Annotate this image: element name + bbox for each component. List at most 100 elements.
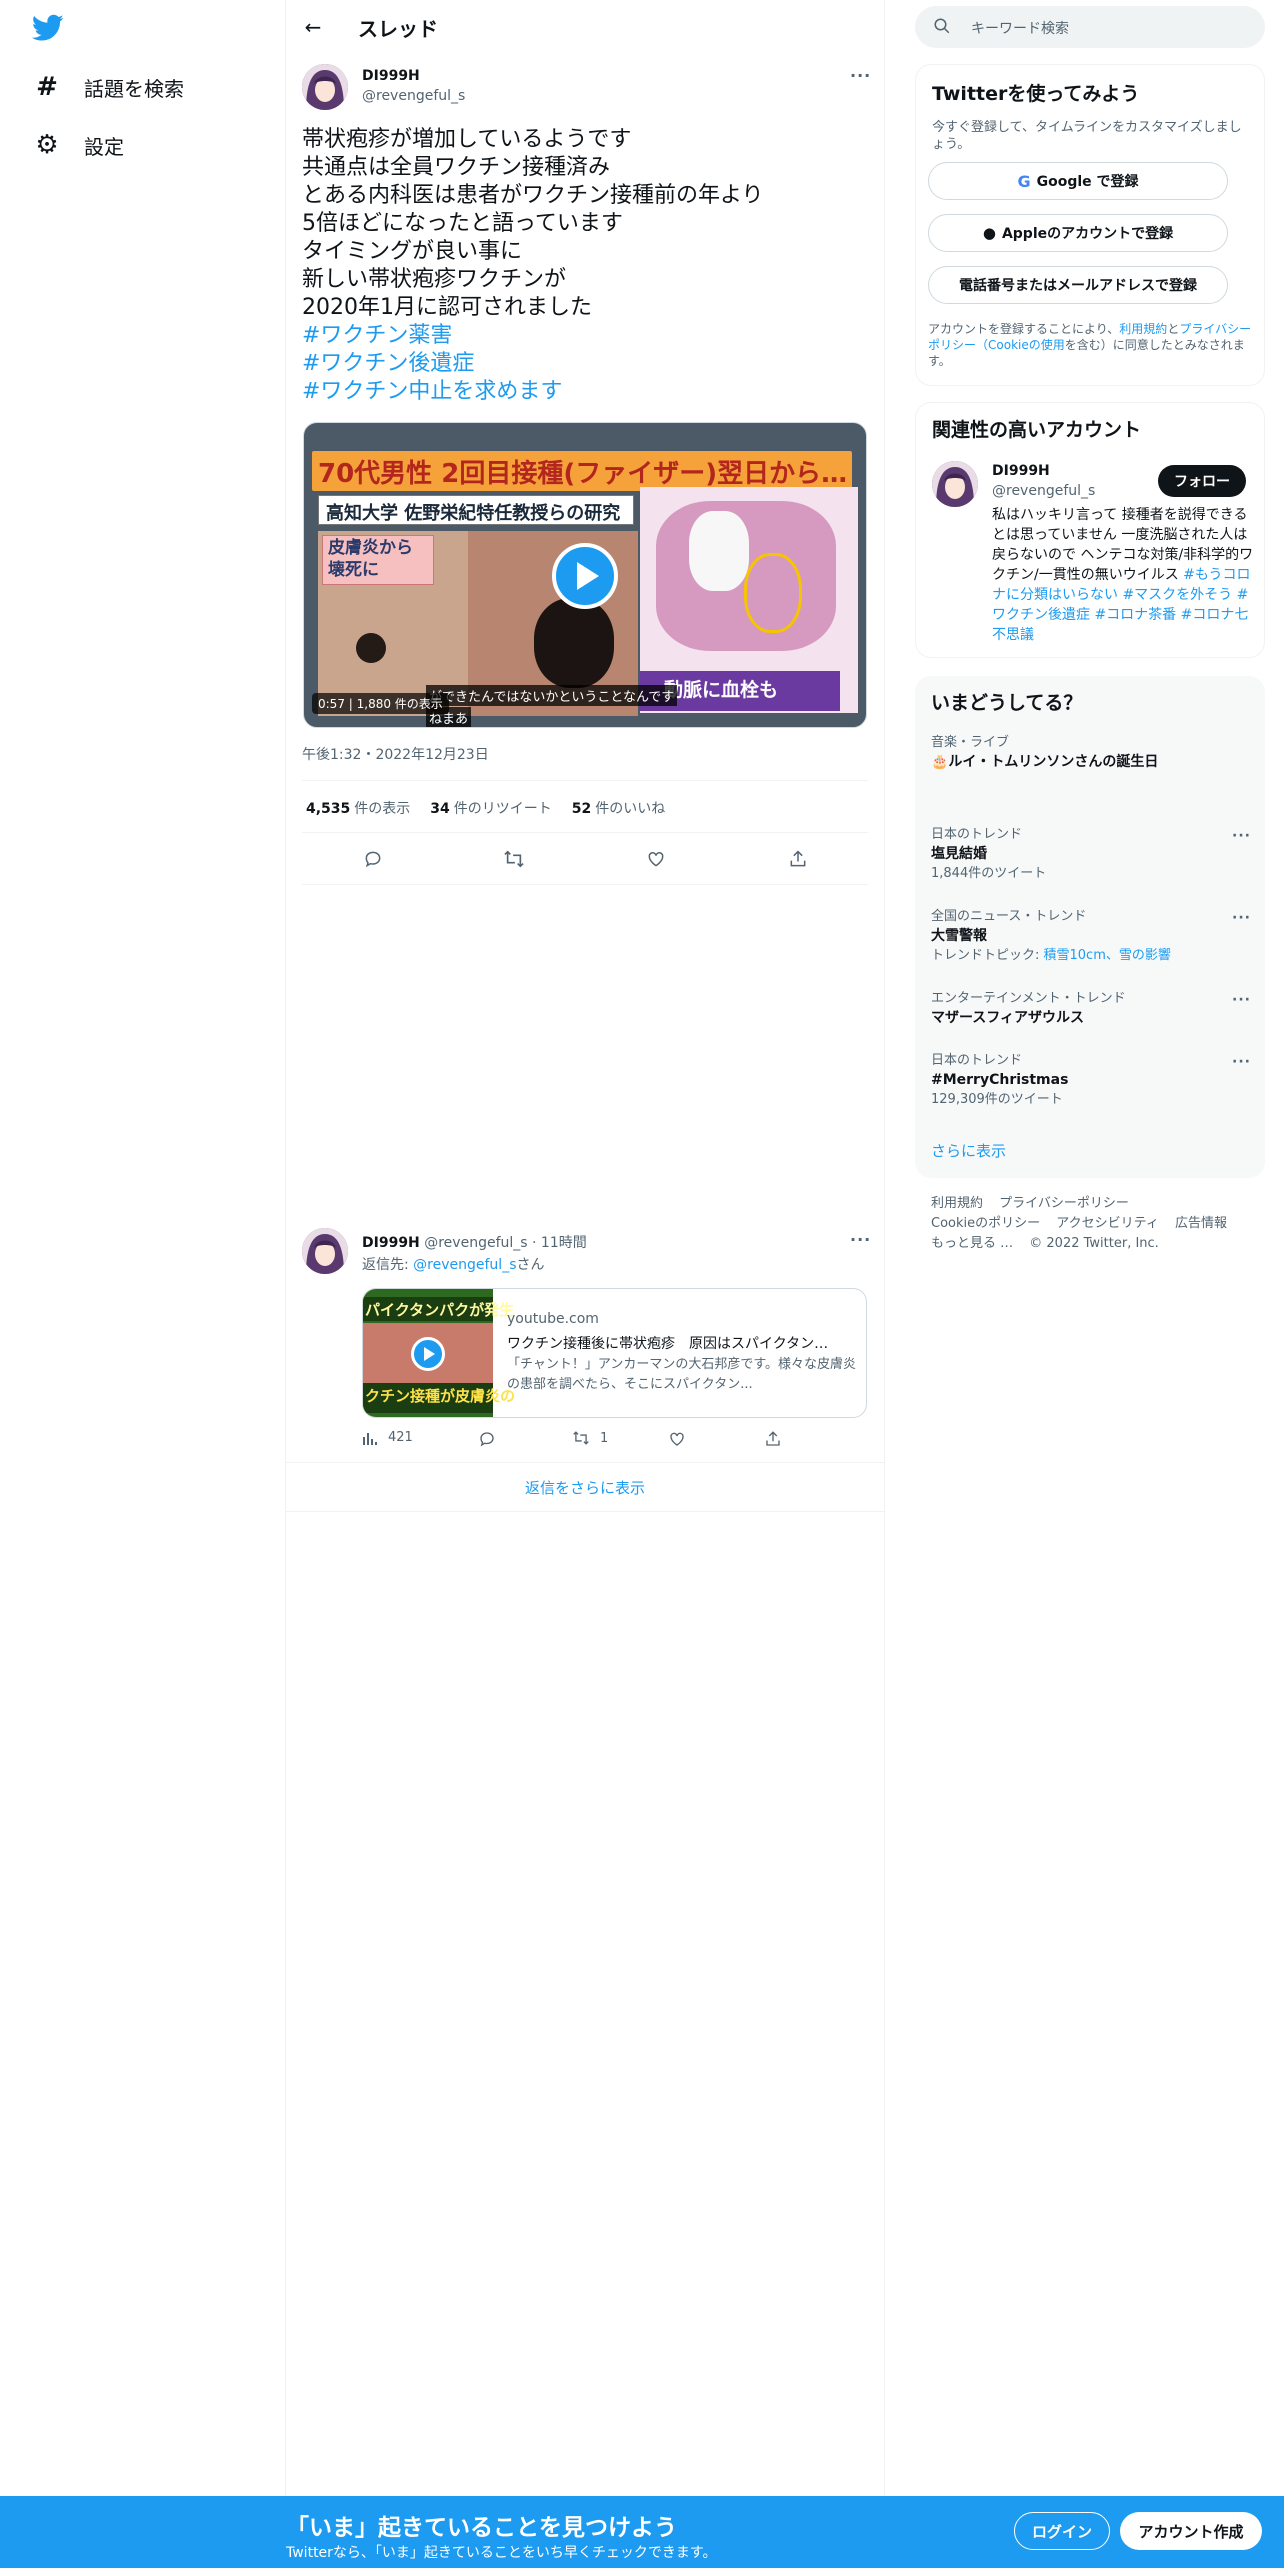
more-options-icon[interactable]: ··· xyxy=(1232,992,1251,1008)
reply-header: DI999H @revengeful_s · 11時間 xyxy=(362,1232,587,1252)
reply-author-name[interactable]: DI999H xyxy=(362,1235,420,1251)
more-options-icon[interactable]: ··· xyxy=(850,1230,871,1249)
reply-retweet-count: 1 xyxy=(600,1430,609,1446)
share-icon[interactable] xyxy=(764,1430,782,1448)
video-slide-ring xyxy=(744,553,802,633)
reply-views-count: 421 xyxy=(388,1430,413,1445)
trend-topic-prefix: トレンドトピック: xyxy=(931,948,1044,963)
hashtag-icon: # xyxy=(36,72,58,102)
trend-context: 日本のトレンド xyxy=(931,827,1023,842)
tweet-line: 帯状疱疹が増加しているようです xyxy=(302,127,632,152)
trend-context: エンターテインメント・トレンド xyxy=(931,991,1126,1006)
related-handle[interactable]: @revengeful_s xyxy=(992,483,1095,499)
signup-button[interactable]: アカウント作成 xyxy=(1120,2512,1262,2550)
divider xyxy=(302,832,868,833)
footer-link[interactable]: 広告情報 xyxy=(1175,1216,1227,1231)
trend-context: 音楽・ライブ xyxy=(931,735,1010,750)
video-meta: 0:57 | 1,880 件の表示 xyxy=(312,693,449,714)
views-label: 件の表示 xyxy=(354,801,411,817)
footer-link[interactable]: プライバシーポリシー xyxy=(999,1196,1129,1211)
signup-subtitle: 今すぐ登録して、タイムラインをカスタマイズしましょう。 xyxy=(932,120,1242,152)
likes-label: 件のいいね xyxy=(595,801,666,817)
author-name[interactable]: DI999H xyxy=(362,68,420,84)
reply-icon[interactable] xyxy=(358,844,388,874)
views-stat: 4,535 件の表示 xyxy=(306,798,410,818)
hashtag-link[interactable]: #ワクチン薬害 xyxy=(302,322,862,350)
hashtag-link[interactable]: #ワクチン中止を求めます xyxy=(302,378,862,406)
card-title: ワクチン接種後に帯状疱疹 原因はスパイクタン… xyxy=(507,1336,829,1352)
trend-topic-link[interactable]: 積雪10cm、雪の影響 xyxy=(1044,948,1171,963)
retweet-icon[interactable] xyxy=(499,844,529,874)
trend-item[interactable]: 日本のトレンド 塩見結婚 1,844件のツイート ··· xyxy=(931,826,1251,884)
video-wound xyxy=(356,633,386,663)
search-input[interactable]: キーワード検索 xyxy=(915,6,1265,48)
google-icon: G xyxy=(1017,171,1031,191)
avatar[interactable] xyxy=(932,461,978,507)
tweet-timestamp[interactable]: 午後1:32・2022年12月23日 xyxy=(302,744,489,764)
avatar[interactable] xyxy=(302,1228,348,1274)
views-count: 4,535 xyxy=(306,801,351,817)
card-thumb-text: クチン接種が皮膚炎の xyxy=(365,1387,516,1405)
search-icon xyxy=(934,18,950,34)
main-column: ← スレッド DI999H @revengeful_s ··· 帯状疱疹が増加し… xyxy=(285,0,885,2496)
likes-stat[interactable]: 52 件のいいね xyxy=(572,798,665,818)
nav-settings[interactable]: ⚙ 設定 xyxy=(34,125,124,165)
retweets-stat[interactable]: 34 件のリツイート xyxy=(430,798,551,818)
show-more-replies-button[interactable]: 返信をさらに表示 xyxy=(286,1462,884,1512)
trend-item[interactable]: 全国のニュース・トレンド 大雪警報 トレンドトピック: 積雪10cm、雪の影響 … xyxy=(931,908,1251,966)
follow-button[interactable]: フォロー xyxy=(1158,465,1246,497)
tweet-line: 新しい帯状疱疹ワクチンが xyxy=(302,267,567,292)
footer-link[interactable]: 利用規約 xyxy=(931,1196,983,1211)
tweet-stats: 4,535 件の表示 34 件のリツイート 52 件のいいね xyxy=(306,798,685,818)
reply-time[interactable]: 11時間 xyxy=(541,1235,587,1251)
google-signup-button[interactable]: G Google で登録 xyxy=(928,162,1228,200)
like-icon[interactable] xyxy=(668,1430,686,1448)
author-handle[interactable]: @revengeful_s xyxy=(362,88,465,104)
trends-title: いまどうしてる？ xyxy=(931,692,1083,714)
retweets-label: 件のリツイート xyxy=(453,801,552,817)
login-button[interactable]: ログイン xyxy=(1014,2512,1110,2550)
views-button[interactable]: 421 xyxy=(362,1430,413,1445)
footer-link[interactable]: もっと見る … xyxy=(931,1236,1013,1251)
trend-context: 日本のトレンド xyxy=(931,1053,1023,1068)
avatar[interactable] xyxy=(302,64,348,110)
footer-link[interactable]: アクセシビリティ xyxy=(1056,1216,1159,1231)
tweet-actions xyxy=(286,844,884,874)
replying-to-prefix: 返信先: xyxy=(362,1257,409,1273)
tweet-line: タイミングが良い事に xyxy=(302,239,523,264)
more-options-icon[interactable]: ··· xyxy=(850,66,871,85)
related-name[interactable]: DI999H xyxy=(992,463,1050,479)
trend-item[interactable]: エンターテインメント・トレンド マザースフィアザウルス ··· xyxy=(931,990,1251,1028)
apple-icon: ● xyxy=(982,224,996,242)
nav-explore[interactable]: # 話題を検索 xyxy=(34,67,184,107)
retweet-button[interactable]: 1 xyxy=(572,1430,608,1446)
video-player[interactable]: 70代男性 2回目接種(ファイザー)翌日から… 高知大学 佐野栄紀特任教授らの研… xyxy=(303,422,867,728)
play-button-icon[interactable] xyxy=(552,543,618,609)
reply-author-handle[interactable]: @revengeful_s xyxy=(424,1235,527,1251)
trend-item[interactable]: 日本のトレンド #MerryChristmas 129,309件のツイート ··… xyxy=(931,1052,1251,1110)
replying-to-mention[interactable]: @revengeful_s xyxy=(413,1257,516,1273)
footer-links: 利用規約 プライバシーポリシー Cookieのポリシー アクセシビリティ 広告情… xyxy=(931,1194,1251,1254)
terms-text: と xyxy=(1167,322,1180,336)
show-more-trends-link[interactable]: さらに表示 xyxy=(931,1140,1006,1161)
back-arrow-icon[interactable]: ← xyxy=(300,14,326,40)
terms-link[interactable]: 利用規約 xyxy=(1119,322,1167,336)
trend-name: マザースフィアザウルス xyxy=(931,1010,1085,1026)
more-options-icon[interactable]: ··· xyxy=(1232,910,1251,926)
share-icon[interactable] xyxy=(783,844,813,874)
phone-signup-button[interactable]: 電話番号またはメールアドレスで登録 xyxy=(928,266,1228,304)
video-slide-hole xyxy=(689,511,749,591)
reply-icon[interactable] xyxy=(478,1430,496,1448)
more-options-icon[interactable]: ··· xyxy=(1232,1054,1251,1070)
more-options-icon[interactable]: ··· xyxy=(1232,828,1251,844)
footer-link[interactable]: Cookieのポリシー xyxy=(931,1216,1040,1231)
hashtag-link[interactable]: #ワクチン後遺症 xyxy=(302,350,862,378)
link-card[interactable]: パイクタンパクが発生 クチン接種が皮膚炎の youtube.com ワクチン接種… xyxy=(362,1288,867,1418)
like-icon[interactable] xyxy=(641,844,671,874)
tweet-text: 帯状疱疹が増加しているようです 共通点は全員ワクチン接種済み とある内科医は患者… xyxy=(302,126,862,406)
trend-item[interactable]: 音楽・ライブ 🎂ルイ・トムリンソンさんの誕生日 xyxy=(931,734,1251,772)
reply-actions: 421 1 xyxy=(362,1430,867,1450)
play-button-icon[interactable] xyxy=(411,1337,445,1371)
apple-signup-button[interactable]: ● Appleのアカウントで登録 xyxy=(928,214,1228,252)
twitter-logo-icon[interactable] xyxy=(31,14,64,42)
